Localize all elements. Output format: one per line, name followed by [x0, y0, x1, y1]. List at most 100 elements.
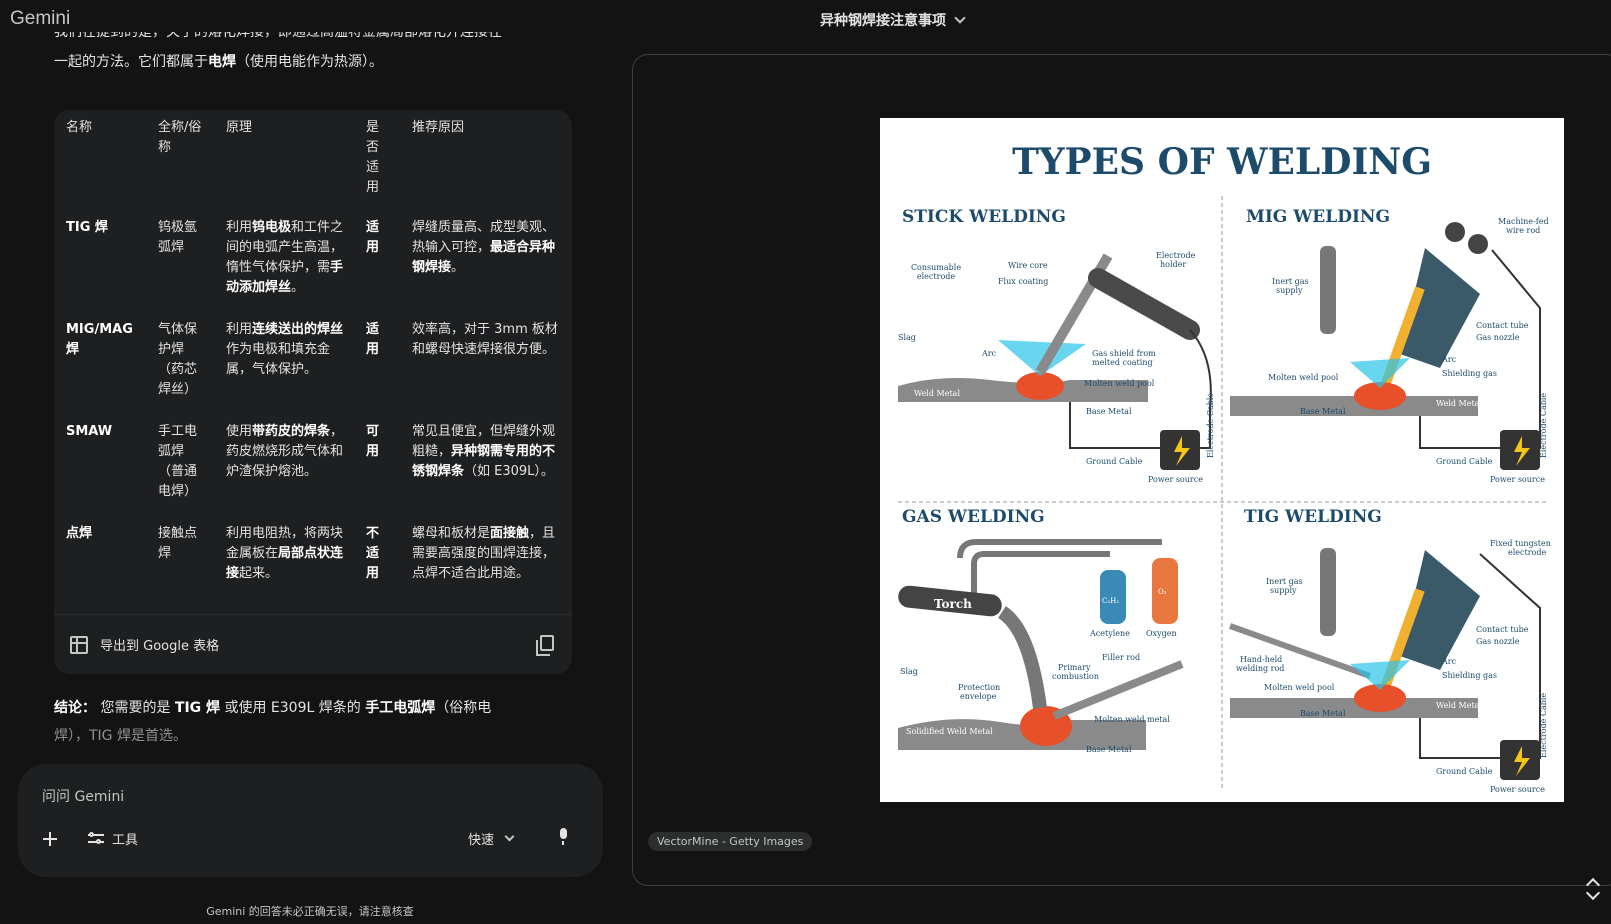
- svg-text:Ground Cable: Ground Cable: [1436, 457, 1493, 466]
- intro-line-cut: 我们在提到的是，关于的熔化焊接，即通过高温将金属局部熔化并连接在: [54, 32, 502, 40]
- svg-text:Weld Metal: Weld Metal: [1436, 701, 1482, 710]
- mig-title: MIG WELDING: [1246, 207, 1390, 227]
- svg-text:Machine-fed: Machine-fed: [1498, 217, 1549, 226]
- add-icon[interactable]: [40, 829, 60, 849]
- intro-text-c: （使用电能作为热源）。: [236, 54, 383, 70]
- svg-text:Contact tube: Contact tube: [1476, 321, 1529, 330]
- svg-text:melted coating: melted coating: [1092, 358, 1153, 367]
- svg-text:Weld Metal: Weld Metal: [1436, 399, 1482, 408]
- tools-button[interactable]: 工具: [88, 829, 138, 848]
- conclusion-text: 或使用 E309L 焊条的: [220, 700, 366, 716]
- svg-text:holder: holder: [1160, 260, 1186, 269]
- cell-principle: 利用电阻热，将两块金属板在局部点状连接起来。: [226, 526, 344, 581]
- cell-reason: 效率高，对于 3mm 板材和螺母快速焊接很方便。: [412, 322, 558, 357]
- cell-reason: 焊缝质量高、成型美观、热输入可控，最适合异种钢焊接。: [412, 220, 556, 275]
- svg-text:Base Metal: Base Metal: [1300, 407, 1346, 416]
- conclusion-bold: TIG 焊: [174, 700, 221, 716]
- prompt-input-box[interactable]: 问问 Gemini 工具 快速: [18, 764, 603, 877]
- svg-text:Gas nozzle: Gas nozzle: [1476, 637, 1520, 646]
- svg-text:Power source: Power source: [1490, 475, 1545, 484]
- svg-text:Solidified Weld Metal: Solidified Weld Metal: [906, 727, 993, 736]
- sheets-icon: [70, 635, 88, 654]
- cell-alias: 钨极氩弧焊: [158, 220, 198, 255]
- svg-text:Slag: Slag: [900, 667, 918, 676]
- cell-alias: 气体保护焊（药芯焊丝）: [158, 322, 198, 397]
- cell-suitability: 适用: [366, 220, 380, 255]
- svg-text:Power source: Power source: [1148, 475, 1203, 484]
- copy-icon[interactable]: [536, 635, 554, 656]
- svg-text:envelope: envelope: [960, 692, 997, 701]
- svg-text:Consumable: Consumable: [911, 263, 961, 272]
- svg-text:Shielding gas: Shielding gas: [1442, 369, 1497, 378]
- svg-text:Arc: Arc: [1441, 657, 1457, 666]
- cell-name: MIG/MAG 焊: [66, 322, 133, 357]
- svg-text:Torch: Torch: [934, 597, 972, 611]
- intro-text-a: 一起的方法。它们都属于: [54, 54, 208, 70]
- cell-suitability: 适用: [366, 322, 380, 357]
- svg-text:Gas shield from: Gas shield from: [1092, 349, 1156, 358]
- prompt-input[interactable]: 问问 Gemini: [42, 786, 124, 806]
- gas-title: GAS WELDING: [902, 507, 1045, 527]
- svg-text:Gas nozzle: Gas nozzle: [1476, 333, 1520, 342]
- svg-text:Acetylene: Acetylene: [1089, 629, 1130, 638]
- mode-selector[interactable]: 快速: [468, 829, 515, 848]
- svg-text:Oxygen: Oxygen: [1146, 629, 1177, 638]
- svg-text:Molten weld metal: Molten weld metal: [1094, 715, 1170, 724]
- svg-text:Electrode Cable: Electrode Cable: [1206, 393, 1215, 458]
- expand-icon[interactable]: [1585, 880, 1599, 898]
- welding-poster-image[interactable]: TYPES OF WELDING STICK WELDING Consumabl…: [880, 118, 1564, 802]
- export-to-sheets-button[interactable]: 导出到 Google 表格: [100, 635, 219, 654]
- table-header: 是否适用: [366, 120, 380, 195]
- table-header: 推荐原因: [412, 120, 465, 135]
- conclusion-text: （俗称电: [435, 700, 492, 716]
- chevron-down-icon: [504, 831, 515, 842]
- stick-title: STICK WELDING: [902, 207, 1066, 227]
- svg-text:Base Metal: Base Metal: [1300, 709, 1346, 718]
- image-credit[interactable]: VectorMine - Getty Images: [648, 832, 813, 851]
- cell-reason: 常见且便宜，但焊缝外观粗糙，异种钢需专用的不锈钢焊条（如 E309L）。: [412, 424, 556, 479]
- table-header: 全称/俗称: [158, 120, 202, 155]
- svg-text:Flux coating: Flux coating: [998, 277, 1048, 286]
- cell-reason: 螺母和板材是面接触，且需要高强度的围焊连接，点焊不适合此用途。: [412, 526, 556, 581]
- svg-text:Filler rod: Filler rod: [1102, 653, 1140, 662]
- svg-text:Electrode: Electrode: [1156, 251, 1196, 260]
- cell-principle: 利用钨电极和工件之间的电弧产生高温，惰性气体保护，需手动添加焊丝。: [226, 220, 344, 295]
- conclusion-bold: 手工电弧焊: [365, 700, 436, 716]
- gas-welding-panel: GAS WELDING Torch C₂H₂ O₂ Acetylene Oxyg…: [898, 507, 1184, 754]
- tig-welding-panel: TIG WELDING Fixed tungsten electrode Ine…: [1228, 507, 1551, 794]
- export-bar: 导出到 Google 表格: [54, 614, 572, 674]
- svg-text:Inert gas: Inert gas: [1272, 277, 1309, 286]
- svg-text:Protection: Protection: [958, 683, 1000, 692]
- svg-text:Hand-held: Hand-held: [1240, 655, 1282, 664]
- tools-label: 工具: [112, 833, 139, 848]
- svg-text:wire rod: wire rod: [1506, 226, 1540, 235]
- intro-paragraph: 我们在提到的是，关于的熔化焊接，即通过高温将金属局部熔化并连接在 一起的方法。它…: [54, 32, 572, 88]
- svg-text:electrode: electrode: [917, 272, 955, 281]
- svg-text:Base Metal: Base Metal: [1086, 407, 1132, 416]
- comparison-table-card: 名称 全称/俗称 原理 是否适用 推荐原因 TIG 焊 钨极氩弧焊 利用钨电极和工件…: [54, 110, 572, 673]
- cell-principle: 利用连续送出的焊丝作为电极和填充金属，气体保护。: [226, 322, 344, 377]
- brand-logo[interactable]: Gemini: [10, 8, 70, 30]
- mic-icon[interactable]: [558, 828, 568, 846]
- welding-comparison-table: 名称 全称/俗称 原理 是否适用 推荐原因 TIG 焊 钨极氩弧焊 利用钨电极和工件…: [54, 110, 572, 598]
- svg-text:Shielding gas: Shielding gas: [1442, 671, 1497, 680]
- cell-name: TIG 焊: [66, 220, 108, 235]
- welding-poster-svg: TYPES OF WELDING STICK WELDING Consumabl…: [898, 141, 1551, 794]
- stick-weld-pool: [1016, 372, 1064, 400]
- svg-text:Molten weld pool: Molten weld pool: [1268, 373, 1339, 382]
- svg-text:Ground Cable: Ground Cable: [1086, 457, 1143, 466]
- svg-text:Inert gas: Inert gas: [1266, 577, 1303, 586]
- cell-suitability: 可用: [366, 424, 380, 459]
- svg-text:welding rod: welding rod: [1236, 664, 1284, 673]
- mode-label: 快速: [468, 833, 495, 848]
- intro-text-b: 电焊: [208, 54, 236, 70]
- table-header: 名称: [66, 120, 93, 135]
- mig-welding-panel: MIG WELDING Machine-fed wire rod Inert g…: [1230, 207, 1549, 484]
- svg-text:supply: supply: [1270, 586, 1297, 595]
- svg-text:Power source: Power source: [1490, 785, 1545, 794]
- svg-text:C₂H₂: C₂H₂: [1102, 597, 1119, 605]
- svg-text:Molten weld pool: Molten weld pool: [1084, 379, 1155, 388]
- cell-principle: 使用带药皮的焊条，药皮燃烧形成气体和炉渣保护熔池。: [226, 424, 344, 479]
- table-row: MIG/MAG 焊气体保护焊（药芯焊丝） 利用连续送出的焊丝作为电极和填充金属，气…: [54, 312, 572, 414]
- chat-title-dropdown[interactable]: 异种钢焊接注意事项: [820, 10, 966, 30]
